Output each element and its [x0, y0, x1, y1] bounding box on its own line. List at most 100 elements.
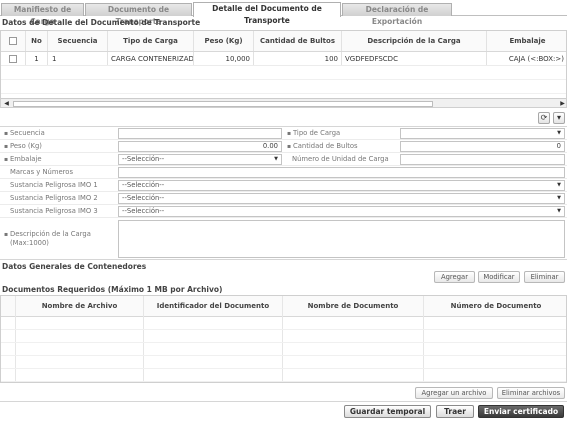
divider [0, 259, 567, 260]
cell-cantidad-bultos: 100 [254, 52, 342, 65]
form-row-imo2: Sustancia Peligrosa IMO 2 --Selección-- ▼ [0, 192, 567, 205]
chevron-down-icon: ▼ [557, 208, 561, 214]
save-temporary-button[interactable]: Guardar temporal [344, 405, 431, 418]
table-row-empty [1, 66, 566, 80]
imo3-select[interactable]: --Selección-- ▼ [118, 206, 565, 217]
table-row-empty [1, 80, 566, 94]
tab-bar: Manifiesto de Carga Documento de Transpo… [0, 0, 567, 26]
chevron-down-icon: ▼ [274, 156, 278, 162]
tab-detalle-documento-transporte[interactable]: Detalle del Documento de Transporte [193, 2, 341, 25]
add-container-button[interactable]: Agregar [434, 271, 475, 283]
descripcion-label: ▪ Descripción de la Carga (Max:1000) [4, 230, 91, 247]
collapse-button[interactable]: ▾ [553, 112, 565, 124]
fetch-button[interactable]: Traer [436, 405, 474, 418]
add-file-button[interactable]: Agregar un archivo [415, 387, 493, 399]
tipo-carga-label: ▪ Tipo de Carga [287, 129, 341, 137]
cell-tipo-carga: CARGA CONTENERIZADA [108, 52, 194, 65]
embalaje-label: ▪ Embalaje [4, 155, 42, 163]
scrollbar-thumb[interactable] [13, 101, 433, 107]
detail-table-header: No Secuencia Tipo de Carga Peso (Kg) Can… [1, 31, 566, 52]
marcas-label: Marcas y Números [10, 168, 74, 176]
delete-container-button[interactable]: Eliminar [524, 271, 565, 283]
peso-input[interactable]: 0.00 [118, 141, 282, 152]
imo2-label: Sustancia Peligrosa IMO 2 [10, 194, 98, 202]
col-header-cantidad-bultos[interactable]: Cantidad de Bultos [254, 31, 342, 51]
row-checkbox-cell [1, 52, 26, 65]
form-row-peso: ▪ Peso (Kg) 0.00 ▪ Cantidad de Bultos 0 [0, 140, 567, 153]
col-header-tipo-carga[interactable]: Tipo de Carga [108, 31, 194, 51]
descripcion-hint: (Max:1000) [10, 239, 49, 247]
cell-descripcion: VGDFEDFSCDC [342, 52, 487, 65]
cell-secuencia: 1 [48, 52, 108, 65]
unidad-carga-input[interactable] [400, 154, 565, 165]
refresh-icon: ⟳ [540, 113, 548, 122]
scroll-right-icon[interactable]: ▶ [558, 100, 566, 107]
documents-section-title: Documentos Requeridos (Máximo 1 MB por A… [2, 285, 223, 294]
form-row-secuencia: ▪ Secuencia ▪ Tipo de Carga ▼ [0, 127, 567, 140]
imo3-value: --Selección-- [122, 207, 165, 215]
imo3-label: Sustancia Peligrosa IMO 3 [10, 207, 98, 215]
descripcion-textarea[interactable] [118, 220, 565, 258]
documents-table: Nombre de Archivo Identificador del Docu… [0, 295, 567, 383]
tab-documento-de-transporte[interactable]: Documento de Transporte [85, 3, 192, 26]
tab-declaracion-exportacion[interactable]: Declaración de Exportación [342, 3, 452, 26]
containers-section-title: Datos Generales de Contenedores [2, 262, 147, 271]
cell-peso: 10,000 [194, 52, 254, 65]
col-header-embalaje[interactable]: Embalaje [487, 31, 566, 51]
chevron-down-icon: ▾ [556, 113, 561, 122]
cantidad-bultos-input[interactable]: 0 [400, 141, 565, 152]
col-header-peso[interactable]: Peso (Kg) [194, 31, 254, 51]
tab-manifiesto-de-carga[interactable]: Manifiesto de Carga [1, 3, 84, 26]
list-item [1, 369, 566, 382]
cell-embalaje: CAJA (<:BOX:>) [508, 54, 564, 63]
select-all-checkbox[interactable] [9, 37, 17, 45]
imo1-value: --Selección-- [122, 181, 165, 189]
imo2-select[interactable]: --Selección-- ▼ [118, 193, 565, 204]
send-certificate-button[interactable]: Enviar certificado [478, 405, 564, 418]
list-item [1, 343, 566, 356]
list-item [1, 356, 566, 369]
scroll-left-icon[interactable]: ◀ [2, 100, 11, 107]
tipo-carga-label-text: Tipo de Carga [292, 129, 341, 137]
detail-section-title: Datos de Detalle del Documento de Transp… [2, 18, 201, 27]
cantidad-bultos-label-text: Cantidad de Bultos [292, 142, 358, 150]
form-row-embalaje: ▪ Embalaje --Selección-- ▼ Número de Unid… [0, 153, 567, 166]
col-header-secuencia[interactable]: Secuencia [48, 31, 108, 51]
secuencia-label: ▪ Secuencia [4, 129, 45, 137]
refresh-button[interactable]: ⟳ [538, 112, 550, 124]
secuencia-label-text: Secuencia [9, 129, 45, 137]
secuencia-input[interactable] [118, 128, 282, 139]
tipo-carga-select[interactable]: ▼ [400, 128, 565, 139]
embalaje-select[interactable]: --Selección-- ▼ [118, 154, 282, 165]
unidad-carga-label: Número de Unidad de Carga [292, 155, 389, 163]
row-checkbox[interactable] [9, 54, 17, 63]
imo1-label: Sustancia Peligrosa IMO 1 [10, 181, 98, 189]
modify-container-button[interactable]: Modificar [478, 271, 520, 283]
peso-label-text: Peso (Kg) [9, 142, 42, 150]
col-header-no[interactable]: No [26, 31, 48, 51]
col-header-numero-documento[interactable]: Número de Documento [424, 296, 566, 316]
cantidad-bultos-label: ▪ Cantidad de Bultos [287, 142, 358, 150]
descripcion-label-text: Descripción de la Carga [9, 230, 91, 238]
marcas-input[interactable] [118, 167, 565, 178]
horizontal-scrollbar[interactable]: ◀ ▶ [1, 98, 566, 107]
detail-table: No Secuencia Tipo de Carga Peso (Kg) Can… [0, 30, 567, 108]
table-row[interactable]: 1 1 CARGA CONTENERIZADA 10,000 100 VGDFE… [1, 52, 566, 66]
imo1-select[interactable]: --Selección-- ▼ [118, 180, 565, 191]
form-row-marcas: Marcas y Números [0, 166, 567, 179]
imo2-value: --Selección-- [122, 194, 165, 202]
cell-no: 1 [26, 52, 48, 65]
form-row-imo1: Sustancia Peligrosa IMO 1 --Selección-- ▼ [0, 179, 567, 192]
embalaje-label-text: Embalaje [9, 155, 42, 163]
peso-label: ▪ Peso (Kg) [4, 142, 42, 150]
select-all-checkbox-cell [1, 31, 26, 51]
embalaje-value: --Selección-- [122, 155, 165, 163]
col-header-descripcion[interactable]: Descripción de la Carga [342, 31, 487, 51]
list-item [1, 317, 566, 330]
delete-files-button[interactable]: Eliminar archivos [497, 387, 565, 399]
chevron-down-icon: ▼ [557, 195, 561, 201]
chevron-down-icon: ▼ [557, 130, 561, 136]
list-item [1, 330, 566, 343]
chevron-down-icon: ▼ [557, 182, 561, 188]
divider [0, 401, 567, 402]
